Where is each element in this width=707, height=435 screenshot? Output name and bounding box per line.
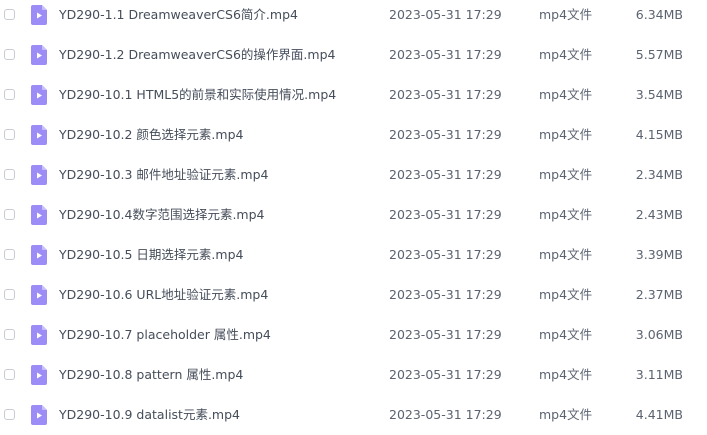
file-name[interactable]: YD290-10.7 placeholder 属性.mp4 <box>59 327 271 343</box>
file-type: mp4文件 <box>539 247 593 262</box>
video-file-icon <box>31 165 47 185</box>
file-type: mp4文件 <box>539 87 593 102</box>
row-checkbox[interactable] <box>4 169 15 180</box>
file-size: 6.34MB <box>635 7 683 22</box>
file-name[interactable]: YD290-10.9 datalist元素.mp4 <box>59 407 240 423</box>
file-type: mp4文件 <box>539 327 593 342</box>
row-checkbox[interactable] <box>4 49 15 60</box>
file-row[interactable]: YD290-10.4数字范围选择元素.mp4 2023-05-31 17:29 … <box>0 195 707 235</box>
file-row[interactable]: YD290-10.1 HTML5的前景和实际使用情况.mp4 2023-05-3… <box>0 75 707 115</box>
file-row[interactable]: YD290-10.8 pattern 属性.mp4 2023-05-31 17:… <box>0 355 707 395</box>
file-type: mp4文件 <box>539 47 593 62</box>
file-name[interactable]: YD290-10.1 HTML5的前景和实际使用情况.mp4 <box>59 87 336 103</box>
file-row[interactable]: YD290-1.1 DreamweaverCS6简介.mp4 2023-05-3… <box>0 0 707 35</box>
file-modified-date: 2023-05-31 17:29 <box>389 287 502 302</box>
file-row[interactable]: YD290-10.2 颜色选择元素.mp4 2023-05-31 17:29 m… <box>0 115 707 155</box>
file-row[interactable]: YD290-10.7 placeholder 属性.mp4 2023-05-31… <box>0 315 707 355</box>
row-checkbox[interactable] <box>4 329 15 340</box>
row-checkbox[interactable] <box>4 89 15 100</box>
file-modified-date: 2023-05-31 17:29 <box>389 407 502 422</box>
file-name[interactable]: YD290-10.2 颜色选择元素.mp4 <box>59 127 243 143</box>
file-modified-date: 2023-05-31 17:29 <box>389 87 502 102</box>
file-modified-date: 2023-05-31 17:29 <box>389 247 502 262</box>
file-type: mp4文件 <box>539 287 593 302</box>
file-size: 3.54MB <box>635 87 683 102</box>
file-name[interactable]: YD290-10.5 日期选择元素.mp4 <box>59 247 243 263</box>
file-size: 3.11MB <box>635 367 683 382</box>
row-checkbox[interactable] <box>4 409 15 420</box>
file-modified-date: 2023-05-31 17:29 <box>389 167 502 182</box>
file-modified-date: 2023-05-31 17:29 <box>389 7 502 22</box>
file-size: 5.57MB <box>635 47 683 62</box>
file-size: 2.43MB <box>635 207 683 222</box>
file-modified-date: 2023-05-31 17:29 <box>389 47 502 62</box>
file-row[interactable]: YD290-10.6 URL地址验证元素.mp4 2023-05-31 17:2… <box>0 275 707 315</box>
file-modified-date: 2023-05-31 17:29 <box>389 327 502 342</box>
row-checkbox[interactable] <box>4 209 15 220</box>
file-modified-date: 2023-05-31 17:29 <box>389 207 502 222</box>
file-size: 2.37MB <box>635 287 683 302</box>
file-name[interactable]: YD290-1.2 DreamweaverCS6的操作界面.mp4 <box>59 47 335 63</box>
file-type: mp4文件 <box>539 207 593 222</box>
file-row[interactable]: YD290-10.9 datalist元素.mp4 2023-05-31 17:… <box>0 395 707 435</box>
file-type: mp4文件 <box>539 407 593 422</box>
video-file-icon <box>31 205 47 225</box>
file-type: mp4文件 <box>539 167 593 182</box>
video-file-icon <box>31 125 47 145</box>
file-modified-date: 2023-05-31 17:29 <box>389 127 502 142</box>
row-checkbox[interactable] <box>4 369 15 380</box>
file-type: mp4文件 <box>539 7 593 22</box>
video-file-icon <box>31 45 47 65</box>
file-size: 3.06MB <box>635 327 683 342</box>
file-name[interactable]: YD290-10.6 URL地址验证元素.mp4 <box>59 287 268 303</box>
video-file-icon <box>31 365 47 385</box>
video-file-icon <box>31 285 47 305</box>
row-checkbox[interactable] <box>4 289 15 300</box>
file-type: mp4文件 <box>539 367 593 382</box>
row-checkbox[interactable] <box>4 9 15 20</box>
file-size: 4.15MB <box>635 127 683 142</box>
file-type: mp4文件 <box>539 127 593 142</box>
row-checkbox[interactable] <box>4 129 15 140</box>
file-name[interactable]: YD290-10.3 邮件地址验证元素.mp4 <box>59 167 268 183</box>
video-file-icon <box>31 325 47 345</box>
video-file-icon <box>31 85 47 105</box>
file-row[interactable]: YD290-10.5 日期选择元素.mp4 2023-05-31 17:29 m… <box>0 235 707 275</box>
file-size: 4.41MB <box>635 407 683 422</box>
video-file-icon <box>31 405 47 425</box>
file-size: 2.34MB <box>635 167 683 182</box>
row-checkbox[interactable] <box>4 249 15 260</box>
file-size: 3.39MB <box>635 247 683 262</box>
video-file-icon <box>31 245 47 265</box>
file-modified-date: 2023-05-31 17:29 <box>389 367 502 382</box>
file-name[interactable]: YD290-1.1 DreamweaverCS6简介.mp4 <box>59 7 298 23</box>
file-row[interactable]: YD290-10.3 邮件地址验证元素.mp4 2023-05-31 17:29… <box>0 155 707 195</box>
file-list: YD290-1.1 DreamweaverCS6简介.mp4 2023-05-3… <box>0 0 707 435</box>
file-row[interactable]: YD290-1.2 DreamweaverCS6的操作界面.mp4 2023-0… <box>0 35 707 75</box>
file-name[interactable]: YD290-10.8 pattern 属性.mp4 <box>59 367 243 383</box>
video-file-icon <box>31 5 47 25</box>
file-name[interactable]: YD290-10.4数字范围选择元素.mp4 <box>59 207 265 223</box>
